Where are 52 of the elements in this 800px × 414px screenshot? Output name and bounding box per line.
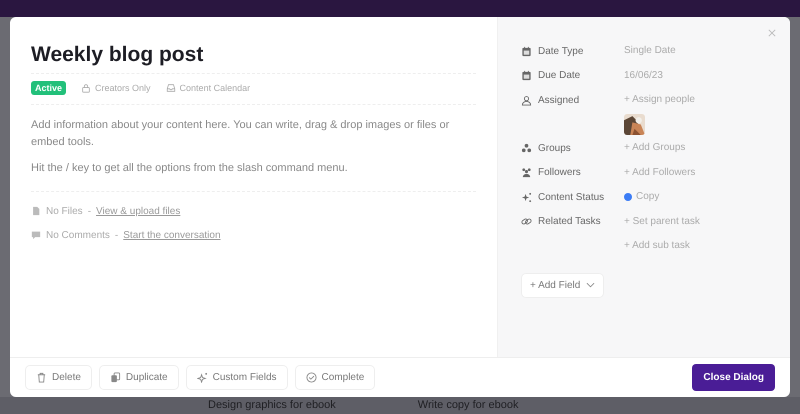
field-label: Related Tasks (538, 216, 601, 227)
sparkle-icon (196, 372, 208, 383)
attachment-link[interactable]: View & upload files (96, 206, 180, 216)
description-text: Hit the / key to get all the options from the slash command menu. (31, 161, 349, 176)
task-card-title: Write copy for ebook (418, 398, 518, 413)
add-link[interactable]: + Add sub task (624, 238, 690, 252)
attachment-link[interactable]: Start the conversation (123, 230, 221, 240)
status-label[interactable]: Copy (636, 190, 660, 204)
caret-icon (586, 282, 596, 288)
field-value[interactable]: Single Date (624, 44, 676, 58)
field-label: Due Date (538, 70, 580, 81)
task-title: Weekly blog post (31, 43, 476, 74)
inbox-icon (166, 83, 176, 93)
attachment-label: No Comments (46, 230, 110, 240)
link-icon (521, 216, 532, 227)
person-icon (521, 94, 532, 106)
field-label: Date Type (538, 46, 584, 56)
check-circle-icon (306, 372, 317, 383)
attachment-label: No Files (46, 206, 83, 216)
calendar-icon (521, 46, 532, 56)
file-icon (31, 206, 41, 216)
lock-icon (81, 83, 92, 93)
close-dialog-button[interactable]: Close Dialog (692, 364, 775, 391)
footer-button[interactable]: Custom Fields (186, 365, 288, 390)
footer-button[interactable]: Complete (294, 365, 376, 390)
field-label: Content Status (538, 192, 604, 202)
field-label: Followers (538, 167, 581, 178)
sparkle-icon (521, 192, 532, 202)
field-label: Assigned (538, 94, 580, 106)
add-link[interactable]: + Assign people (624, 93, 695, 107)
footer-button[interactable]: Delete (25, 365, 92, 390)
close-icon[interactable] (768, 29, 776, 37)
separator: - (88, 206, 92, 216)
field-label: Groups (538, 142, 571, 154)
followers-icon (521, 167, 532, 178)
calendar-icon (521, 70, 532, 81)
separator: - (114, 230, 118, 240)
add-field-button[interactable]: + Add Field (521, 272, 604, 298)
task-card-title: Design graphics for ebook (208, 398, 336, 413)
visibility-label: Creators Only (95, 83, 151, 93)
description-text: Add information about your content here. You can write, drag & drop images or files or embed tools. (31, 118, 450, 150)
field-value[interactable]: 16/06/23 (624, 68, 663, 82)
add-link[interactable]: + Set parent task (624, 214, 700, 228)
copy-icon (110, 372, 121, 383)
comment-icon (31, 230, 41, 240)
status-badge: Active (31, 81, 66, 95)
add-link[interactable]: + Add Groups (624, 141, 686, 155)
footer-button[interactable]: Duplicate (98, 365, 179, 390)
groups-icon (521, 142, 532, 154)
calendar-name: Content Calendar (180, 83, 250, 93)
trash-icon (36, 372, 47, 383)
add-link[interactable]: + Add Followers (624, 166, 696, 180)
